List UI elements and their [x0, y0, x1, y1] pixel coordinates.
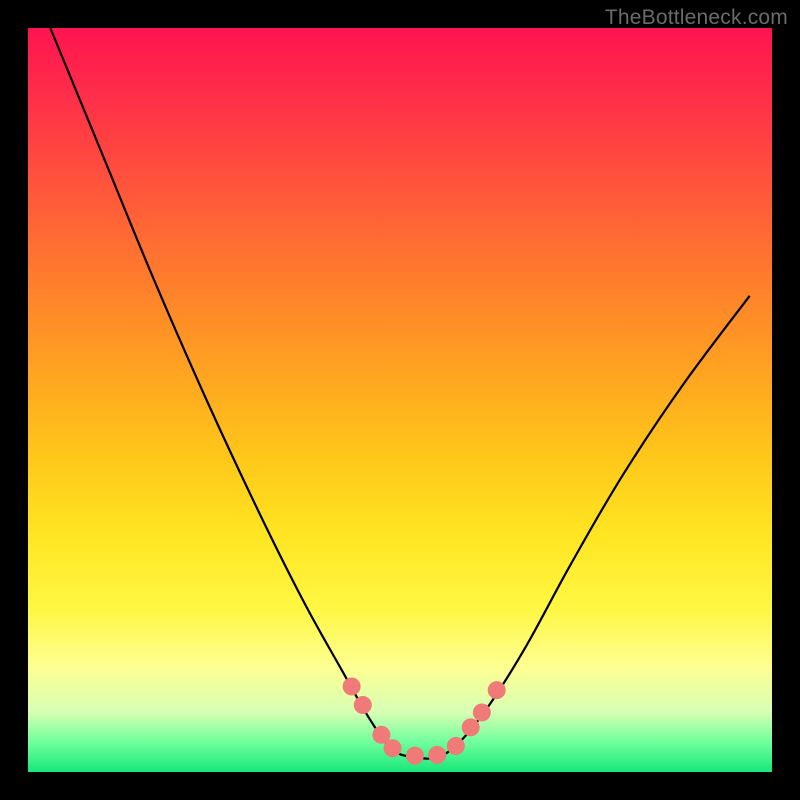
curve-marker [473, 703, 491, 721]
curve-marker [343, 677, 361, 695]
curve-marker [384, 739, 402, 757]
curve-marker [488, 681, 506, 699]
marker-group [343, 677, 506, 764]
curve-marker [354, 696, 372, 714]
watermark-text: TheBottleneck.com [605, 6, 788, 30]
curve-marker [462, 718, 480, 736]
chart-frame: TheBottleneck.com [0, 0, 800, 800]
curve-svg [28, 28, 772, 772]
bottleneck-curve [50, 28, 749, 759]
curve-marker [406, 747, 424, 765]
curve-marker [447, 737, 465, 755]
curve-marker [428, 746, 446, 764]
plot-area [28, 28, 772, 772]
